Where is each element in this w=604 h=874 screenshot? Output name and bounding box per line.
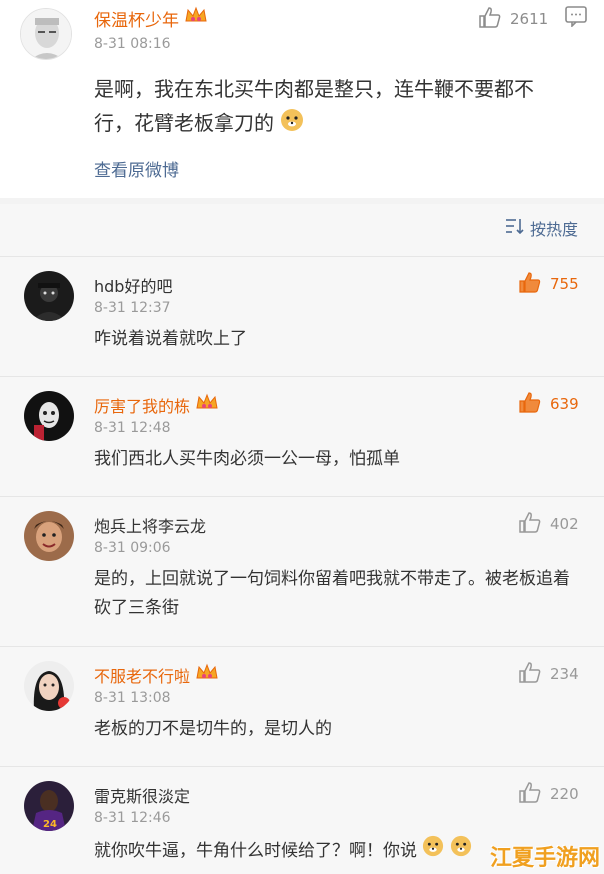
doge-emoji-icon (280, 108, 304, 142)
comment-text: 我们西北人买牛肉必须一公一母，怕孤单 (94, 449, 400, 469)
sort-icon (505, 218, 525, 238)
avatar[interactable] (20, 8, 72, 60)
list-item: 厉害了我的栋 8-31 12:48 我们西北人买牛肉必须一公一母，怕孤单 639 (0, 376, 604, 496)
original-comment: 保温杯少年 8-31 08:16 是啊，我在东北买牛肉都是整只，连牛鞭不要都不行… (0, 0, 604, 198)
post-time: 8-31 08:16 (94, 36, 171, 52)
avatar[interactable]: 24 (24, 781, 74, 831)
sort-by-hot-button[interactable]: 按热度 (505, 216, 578, 240)
avatar[interactable] (24, 391, 74, 441)
commenter-name[interactable]: hdb好的吧 (94, 273, 172, 297)
like-button[interactable]: 2611 (478, 6, 548, 32)
thumbs-up-icon (518, 511, 542, 537)
list-item: hdb好的吧 8-31 12:37 咋说着说着就吹上了 755 (0, 256, 604, 376)
comment-text: 咋说着说着就吹上了 (94, 329, 247, 349)
comment-icon[interactable] (564, 5, 588, 31)
avatar[interactable] (24, 511, 74, 561)
comment-text: 是的，上回就说了一句饲料你留着吧我就不带走了。被老板追着砍了三条街 (94, 569, 570, 618)
commenter-name[interactable]: 雷克斯很淡定 (94, 783, 190, 807)
list-item: 炮兵上将李云龙 8-31 09:06 是的，上回就说了一句饲料你留着吧我就不带走… (0, 496, 604, 646)
comment-text: 老板的刀不是切牛的，是切人的 (94, 719, 332, 739)
thumbs-up-icon (518, 781, 542, 807)
comment-time: 8-31 09:06 (94, 540, 171, 556)
author-name[interactable]: 保温杯少年 (94, 6, 207, 31)
watermark-logo: 江夏手游网 (489, 846, 600, 871)
comment-time: 8-31 12:37 (94, 300, 171, 316)
crown-badge-icon (185, 6, 207, 31)
crown-badge-icon (196, 663, 218, 687)
comment-time: 8-31 13:08 (94, 690, 171, 706)
post-text: 是啊，我在东北买牛肉都是整只，连牛鞭不要都不行，花臂老板拿刀的 (94, 72, 564, 142)
doge-emoji-icon (422, 835, 444, 867)
commenter-name[interactable]: 炮兵上将李云龙 (94, 513, 206, 537)
thumbs-up-icon (518, 391, 542, 417)
comment-time: 8-31 12:48 (94, 420, 171, 436)
commenter-name[interactable]: 厉害了我的栋 (94, 393, 218, 417)
like-button[interactable]: 755 (518, 271, 579, 297)
like-button[interactable]: 234 (518, 661, 579, 687)
crown-badge-icon (196, 393, 218, 417)
like-button[interactable]: 402 (518, 511, 579, 537)
thumbs-up-icon (518, 661, 542, 687)
view-original-link[interactable]: 查看原微博 (94, 156, 179, 181)
thumbs-up-icon (518, 271, 542, 297)
list-item: 不服老不行啦 8-31 13:08 老板的刀不是切牛的，是切人的 234 (0, 646, 604, 766)
avatar[interactable] (24, 661, 74, 711)
svg-text:24: 24 (43, 819, 57, 830)
avatar[interactable] (24, 271, 74, 321)
thumbs-up-icon (478, 6, 502, 32)
sort-bar: 按热度 (0, 204, 604, 256)
comment-time: 8-31 12:46 (94, 810, 171, 826)
doge-emoji-icon (450, 835, 472, 867)
commenter-name[interactable]: 不服老不行啦 (94, 663, 218, 687)
like-button[interactable]: 639 (518, 391, 579, 417)
like-button[interactable]: 220 (518, 781, 579, 807)
